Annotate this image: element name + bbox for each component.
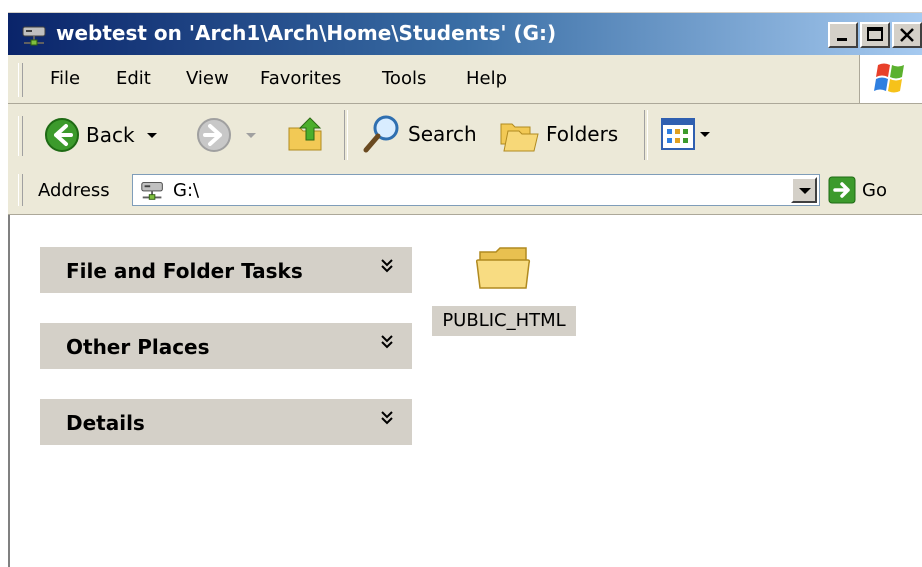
addressbar-grip[interactable] — [18, 174, 23, 206]
menu-help[interactable]: Help — [466, 68, 507, 89]
folder-up-icon — [288, 117, 322, 151]
forward-arrow-icon — [197, 118, 231, 152]
menu-edit[interactable]: Edit — [116, 68, 151, 89]
menu-bar: File Edit View Favorites Tools Help — [8, 55, 922, 104]
views-button[interactable] — [660, 117, 710, 151]
chevron-double-down-icon[interactable] — [380, 409, 394, 427]
menu-file[interactable]: File — [50, 68, 80, 89]
panel-file-and-folder-tasks[interactable]: File and Folder Tasks — [40, 247, 412, 293]
magnifier-icon — [363, 115, 399, 153]
chevron-double-down-icon[interactable] — [380, 257, 394, 275]
views-dropdown-arrow[interactable] — [700, 131, 710, 137]
address-bar: Address G:\ Go — [8, 166, 922, 215]
folders-label: Folders — [546, 122, 619, 146]
folder-icon — [476, 247, 531, 289]
forward-dropdown-arrow[interactable] — [246, 132, 256, 138]
panel-title: Details — [66, 411, 145, 435]
back-dropdown-arrow[interactable] — [146, 132, 157, 138]
menu-favorites[interactable]: Favorites — [260, 68, 341, 89]
address-value: G:\ — [173, 180, 200, 201]
chevron-down-icon — [799, 188, 811, 194]
back-arrow-icon — [45, 118, 79, 152]
toolbar-grip[interactable] — [18, 116, 23, 156]
panel-details[interactable]: Details — [40, 399, 412, 445]
go-label: Go — [862, 179, 887, 201]
forward-button[interactable] — [196, 117, 256, 153]
title-bar[interactable]: webtest on 'Arch1\Arch\Home\Students' (G… — [8, 12, 922, 56]
address-input[interactable]: G:\ — [132, 174, 820, 206]
go-arrow-icon — [828, 176, 856, 204]
menu-tools[interactable]: Tools — [382, 68, 426, 89]
search-button[interactable]: Search — [362, 114, 477, 154]
close-button[interactable] — [892, 22, 922, 48]
maximize-button[interactable] — [860, 22, 890, 48]
panel-title: Other Places — [66, 335, 210, 359]
address-dropdown-button[interactable] — [791, 177, 817, 203]
toolbar-separator — [344, 110, 348, 160]
minimize-button[interactable] — [828, 22, 858, 48]
network-drive-icon — [141, 182, 163, 200]
folders-button[interactable]: Folders — [498, 114, 618, 154]
network-drive-icon — [22, 26, 46, 46]
panel-title: File and Folder Tasks — [66, 259, 303, 283]
folders-icon — [500, 123, 539, 152]
menubar-grip[interactable] — [18, 63, 23, 97]
windows-logo — [859, 55, 922, 103]
folder-name: PUBLIC_HTML — [432, 306, 576, 336]
window-title: webtest on 'Arch1\Arch\Home\Students' (G… — [56, 21, 557, 45]
go-button[interactable]: Go — [828, 176, 887, 204]
up-button[interactable] — [286, 114, 326, 154]
chevron-double-down-icon[interactable] — [380, 333, 394, 351]
menu-view[interactable]: View — [186, 68, 229, 89]
back-button[interactable]: Back — [44, 117, 157, 153]
back-label: Back — [86, 123, 135, 147]
panel-other-places[interactable]: Other Places — [40, 323, 412, 369]
standard-toolbar: Back Search Folders — [8, 104, 922, 167]
views-icon — [661, 118, 695, 150]
toolbar-separator — [644, 110, 648, 160]
address-label: Address — [38, 180, 110, 201]
search-label: Search — [408, 122, 477, 146]
folder-view[interactable]: File and Folder Tasks Other Places Detai… — [8, 215, 922, 567]
